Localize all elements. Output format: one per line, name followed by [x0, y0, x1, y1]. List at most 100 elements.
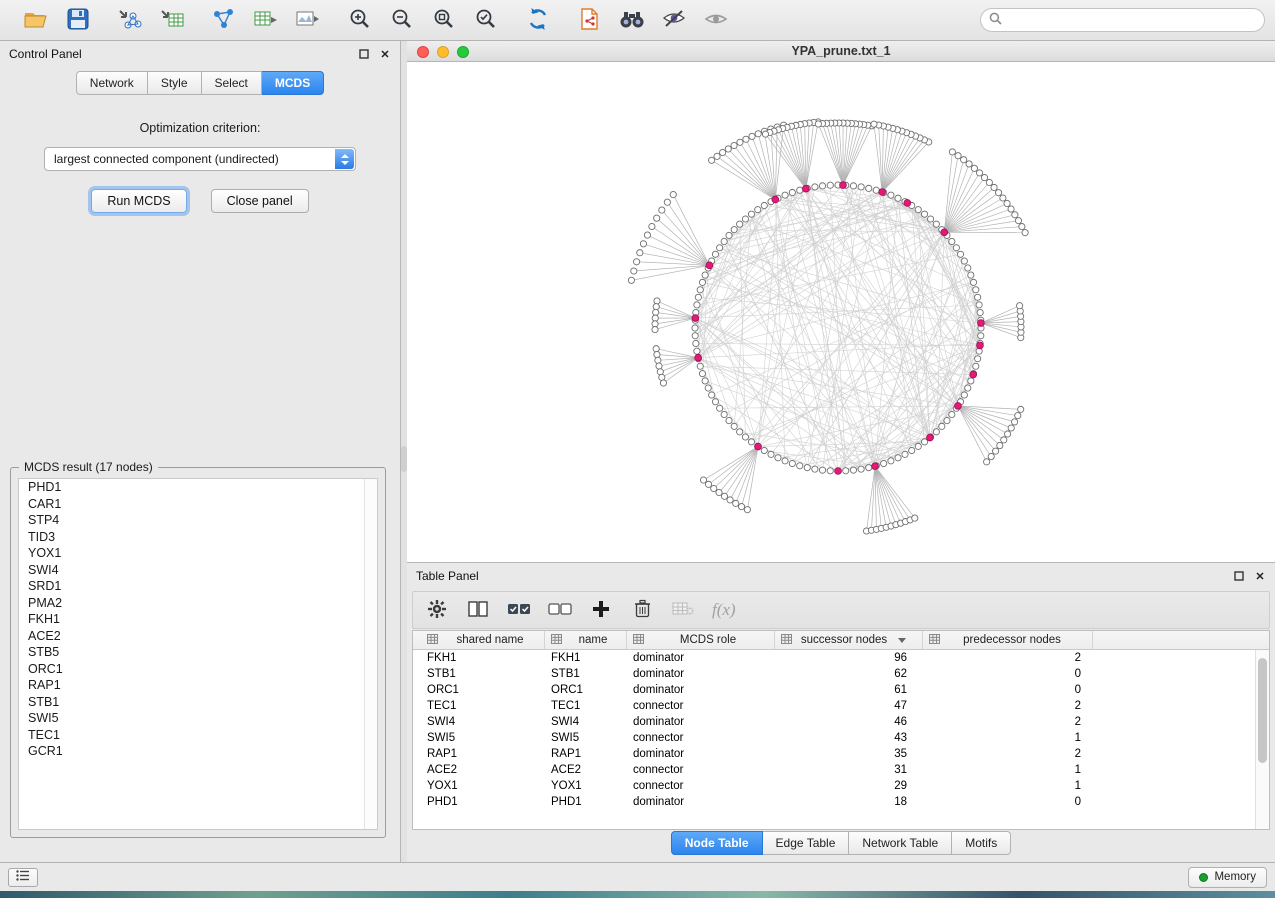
mcds-result-item[interactable]: STP4 [19, 512, 377, 529]
mcds-result-item[interactable]: PMA2 [19, 595, 377, 612]
dropdown-value: largest connected component (undirected) [54, 152, 279, 166]
table-row[interactable]: PHD1PHD1dominator180 [413, 794, 1255, 810]
table-scrollbar-thumb[interactable] [1258, 658, 1267, 763]
mcds-result-item[interactable]: SRD1 [19, 578, 377, 595]
column-header-shared-name[interactable]: shared name [413, 631, 545, 649]
zoom-selected-button[interactable] [472, 6, 500, 34]
window-minimize-icon[interactable] [437, 46, 449, 58]
show-columns-button[interactable] [466, 598, 490, 622]
mcds-result-item[interactable]: PHD1 [19, 479, 377, 496]
tab-mcds[interactable]: MCDS [262, 71, 324, 95]
column-options-icon[interactable] [929, 634, 940, 647]
mcds-result-title: MCDS result (17 nodes) [19, 460, 158, 474]
network-graph[interactable] [407, 62, 1275, 562]
show-graphics-details-button[interactable] [660, 6, 688, 34]
tab-style[interactable]: Style [148, 71, 202, 95]
mcds-result-item[interactable]: ORC1 [19, 661, 377, 678]
delete-table-button[interactable] [671, 598, 695, 622]
mcds-result-item[interactable]: TID3 [19, 529, 377, 546]
tab-network-table[interactable]: Network Table [849, 831, 952, 855]
column-options-icon[interactable] [427, 634, 438, 647]
task-history-button[interactable] [8, 868, 38, 887]
search-input[interactable] [1008, 13, 1256, 27]
mcds-result-item[interactable]: STB5 [19, 644, 377, 661]
mcds-result-item[interactable]: STB1 [19, 694, 377, 711]
delete-column-button[interactable] [630, 598, 654, 622]
table-row[interactable]: ORC1ORC1dominator610 [413, 682, 1255, 698]
network-image-button[interactable] [294, 6, 322, 34]
table-row[interactable]: TEC1TEC1connector472 [413, 698, 1255, 714]
window-maximize-icon[interactable] [457, 46, 469, 58]
network-canvas[interactable] [407, 62, 1275, 562]
sort-chevron-down-icon[interactable] [898, 638, 906, 643]
column-header-successor-nodes[interactable]: successor nodes [775, 631, 923, 649]
table-row[interactable]: ACE2ACE2connector311 [413, 762, 1255, 778]
table-row[interactable]: RAP1RAP1dominator352 [413, 746, 1255, 762]
mcds-result-item[interactable]: YOX1 [19, 545, 377, 562]
tab-node-table[interactable]: Node Table [671, 831, 763, 855]
mcds-result-item[interactable]: SWI4 [19, 562, 377, 579]
zoom-out-button[interactable] [388, 6, 416, 34]
select-all-button[interactable] [507, 598, 531, 622]
function-builder-button[interactable]: f(x) [712, 598, 736, 622]
float-table-panel-icon[interactable] [1233, 570, 1245, 582]
tab-motifs[interactable]: Motifs [952, 831, 1011, 855]
tab-select[interactable]: Select [202, 71, 262, 95]
mcds-list-scrollbar[interactable] [364, 479, 377, 829]
zoom-in-button[interactable] [346, 6, 374, 34]
save-session-button[interactable] [64, 6, 92, 34]
refresh-layout-button[interactable] [524, 6, 552, 34]
open-session-button[interactable] [22, 6, 50, 34]
import-network-button[interactable] [116, 6, 144, 34]
zoom-fit-button[interactable] [430, 6, 458, 34]
table-row[interactable]: SWI4SWI4dominator462 [413, 714, 1255, 730]
close-panel-button[interactable]: Close panel [211, 189, 309, 213]
add-column-button[interactable] [589, 598, 613, 622]
table-row[interactable]: FKH1FKH1dominator962 [413, 650, 1255, 666]
column-header-predecessor-nodes[interactable]: predecessor nodes [923, 631, 1093, 649]
mcds-result-item[interactable]: ACE2 [19, 628, 377, 645]
import-table-button[interactable] [158, 6, 186, 34]
table-cell: 2 [923, 652, 1093, 664]
network-table-button[interactable] [252, 6, 280, 34]
memory-button[interactable]: Memory [1188, 867, 1267, 888]
dropdown-stepper-icon[interactable] [335, 149, 354, 169]
toggle-view-button[interactable] [702, 6, 730, 34]
column-options-icon[interactable] [633, 634, 644, 647]
export-network-button[interactable] [576, 6, 604, 34]
new-network-button[interactable] [210, 6, 238, 34]
mcds-result-item[interactable]: CAR1 [19, 496, 377, 513]
deselect-all-button[interactable] [548, 598, 572, 622]
tab-network[interactable]: Network [76, 71, 148, 95]
run-mcds-button[interactable]: Run MCDS [91, 189, 186, 213]
window-close-icon[interactable] [417, 46, 429, 58]
table-cell: ORC1 [545, 684, 627, 696]
table-row[interactable]: YOX1YOX1connector291 [413, 778, 1255, 794]
toolbar-search[interactable] [980, 8, 1265, 32]
close-panel-icon[interactable]: ✕ [379, 48, 391, 60]
optimization-dropdown[interactable]: largest connected component (undirected) [44, 147, 356, 171]
mcds-result-item[interactable]: RAP1 [19, 677, 377, 694]
mcds-result-item[interactable]: FKH1 [19, 611, 377, 628]
zoom-in-icon [349, 8, 371, 33]
tab-edge-table[interactable]: Edge Table [763, 831, 850, 855]
table-panel-title: Table Panel [416, 569, 479, 583]
column-header-name[interactable]: name [545, 631, 627, 649]
close-table-panel-icon[interactable]: ✕ [1254, 570, 1266, 582]
float-panel-icon[interactable] [358, 48, 370, 60]
mcds-result-item[interactable]: GCR1 [19, 743, 377, 760]
column-options-icon[interactable] [551, 634, 562, 647]
find-button[interactable] [618, 6, 646, 34]
table-row[interactable]: STB1STB1dominator620 [413, 666, 1255, 682]
table-scrollbar[interactable] [1255, 650, 1269, 829]
column-header-mcds-role[interactable]: MCDS role [627, 631, 775, 649]
table-row[interactable]: SWI5SWI5connector431 [413, 730, 1255, 746]
network-view-window: YPA_prune.txt_1 [407, 41, 1275, 562]
mcds-result-list[interactable]: PHD1CAR1STP4TID3YOX1SWI4SRD1PMA2FKH1ACE2… [18, 478, 378, 830]
column-options-icon[interactable] [781, 634, 792, 647]
mcds-result-item[interactable]: TEC1 [19, 727, 377, 744]
mcds-result-item[interactable]: SWI5 [19, 710, 377, 727]
table-settings-button[interactable] [425, 598, 449, 622]
zoom-selected-icon [475, 8, 497, 33]
network-window-titlebar[interactable]: YPA_prune.txt_1 [407, 41, 1275, 62]
